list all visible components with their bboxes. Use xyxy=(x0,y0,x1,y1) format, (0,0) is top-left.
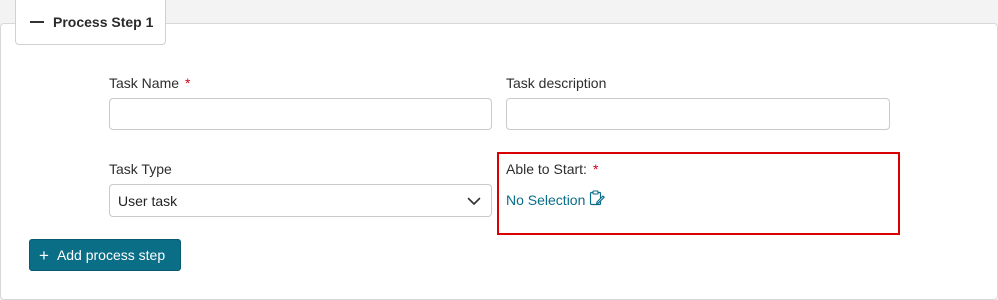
edit-clipboard-icon[interactable] xyxy=(589,190,606,206)
task-name-label-text: Task Name xyxy=(109,75,180,91)
task-description-label: Task description xyxy=(506,75,607,91)
add-process-step-label: Add process step xyxy=(56,247,166,263)
able-to-start-value: No Selection xyxy=(506,192,586,208)
task-type-selected-value: User task xyxy=(118,192,178,209)
able-to-start-label-text: Able to Start: xyxy=(506,161,587,177)
plus-icon: + xyxy=(39,245,49,265)
chevron-down-icon xyxy=(467,197,481,205)
task-name-input[interactable] xyxy=(109,98,492,130)
able-to-start-selection-link[interactable]: No Selection xyxy=(506,190,606,208)
task-name-label: Task Name * xyxy=(109,75,190,91)
minus-icon[interactable] xyxy=(30,21,44,23)
required-marker: * xyxy=(592,161,599,177)
add-process-step-button[interactable]: + Add process step xyxy=(29,239,181,271)
required-marker: * xyxy=(185,75,191,91)
task-type-select[interactable]: User task xyxy=(109,184,492,217)
task-description-input[interactable] xyxy=(506,98,890,130)
process-step-header[interactable]: Process Step 1 xyxy=(15,0,166,45)
able-to-start-label: Able to Start: * xyxy=(506,161,598,177)
task-type-label: Task Type xyxy=(109,161,172,177)
process-step-title: Process Step 1 xyxy=(53,14,154,30)
